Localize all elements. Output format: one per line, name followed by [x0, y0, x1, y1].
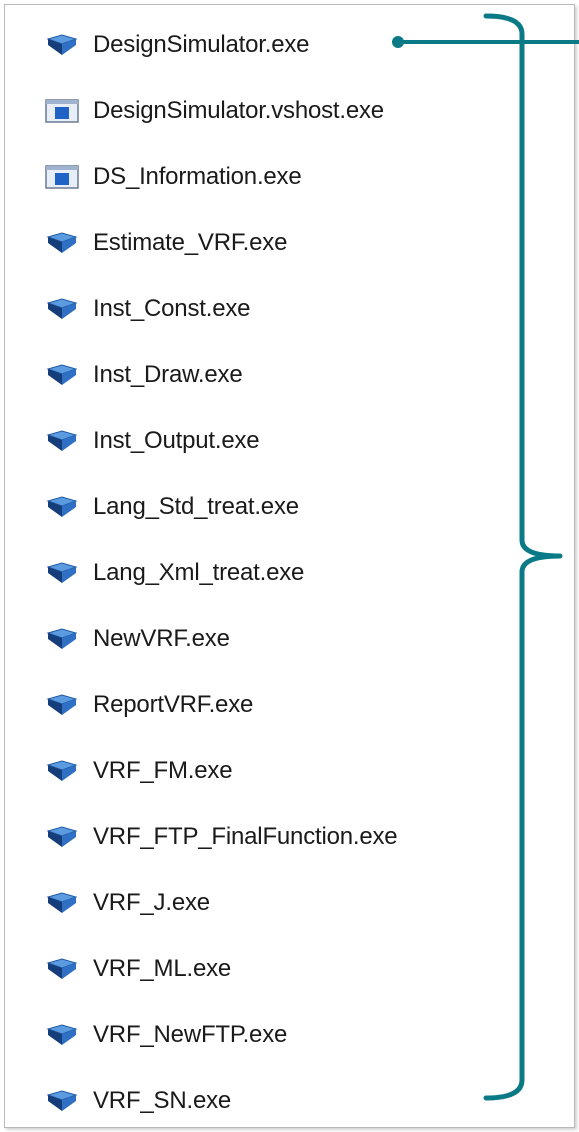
file-name-label: DS_Information.exe — [93, 163, 302, 190]
file-name-label: ReportVRF.exe — [93, 691, 254, 718]
file-name-label: VRF_ML.exe — [93, 955, 232, 982]
app-exe-icon — [45, 361, 83, 389]
app-exe-icon — [45, 1087, 83, 1115]
file-name-label: VRF_SN.exe — [93, 1087, 232, 1114]
screenshot-page: DesignSimulator.exe DesignSimulator.vshos… — [0, 0, 579, 1132]
file-item[interactable]: DS_Information.exe — [45, 157, 302, 197]
file-item[interactable]: DesignSimulator.vshost.exe — [45, 91, 384, 131]
app-exe-icon — [45, 757, 83, 785]
app-exe-icon — [45, 229, 83, 257]
file-item[interactable]: NewVRF.exe — [45, 619, 230, 659]
file-name-label: NewVRF.exe — [93, 625, 230, 652]
app-exe-icon — [45, 31, 83, 59]
file-name-label: VRF_FM.exe — [93, 757, 233, 784]
file-name-label: Inst_Output.exe — [93, 427, 260, 454]
file-item[interactable]: VRF_J.exe — [45, 883, 210, 923]
file-item[interactable]: Lang_Xml_treat.exe — [45, 553, 304, 593]
file-name-label: Lang_Std_treat.exe — [93, 493, 299, 520]
file-item[interactable]: ReportVRF.exe — [45, 685, 253, 725]
app-exe-icon — [45, 1021, 83, 1049]
app-exe-icon — [45, 625, 83, 653]
app-exe-icon — [45, 823, 83, 851]
file-item[interactable]: DesignSimulator.exe — [45, 25, 310, 65]
app-exe-icon — [45, 889, 83, 917]
file-explorer-panel: DesignSimulator.exe DesignSimulator.vshos… — [4, 4, 575, 1128]
app-exe-icon — [45, 691, 83, 719]
app-exe-icon — [45, 427, 83, 455]
file-item[interactable]: Inst_Output.exe — [45, 421, 260, 461]
file-item[interactable]: Inst_Draw.exe — [45, 355, 243, 395]
file-item[interactable]: VRF_SN.exe — [45, 1081, 231, 1121]
app-exe-icon — [45, 295, 83, 323]
file-name-label: DesignSimulator.vshost.exe — [93, 97, 384, 124]
file-name-label: VRF_J.exe — [93, 889, 210, 916]
file-name-label: Lang_Xml_treat.exe — [93, 559, 305, 586]
file-name-label: Inst_Const.exe — [93, 295, 251, 322]
file-item[interactable]: Inst_Const.exe — [45, 289, 250, 329]
file-item[interactable]: VRF_FM.exe — [45, 751, 233, 791]
file-item[interactable]: VRF_NewFTP.exe — [45, 1015, 287, 1055]
app-exe-icon — [45, 955, 83, 983]
file-item[interactable]: Estimate_VRF.exe — [45, 223, 287, 263]
file-name-label: Estimate_VRF.exe — [93, 229, 288, 256]
file-item[interactable]: Lang_Std_treat.exe — [45, 487, 299, 527]
app-exe-icon — [45, 559, 83, 587]
file-name-label: VRF_NewFTP.exe — [93, 1021, 288, 1048]
app-exe-icon — [45, 493, 83, 521]
window-exe-icon — [45, 97, 83, 125]
window-exe-icon — [45, 163, 83, 191]
file-name-label: DesignSimulator.exe — [93, 31, 310, 58]
file-name-label: VRF_FTP_FinalFunction.exe — [93, 823, 398, 850]
file-name-label: Inst_Draw.exe — [93, 361, 243, 388]
file-item[interactable]: VRF_ML.exe — [45, 949, 231, 989]
file-item[interactable]: VRF_FTP_FinalFunction.exe — [45, 817, 398, 857]
